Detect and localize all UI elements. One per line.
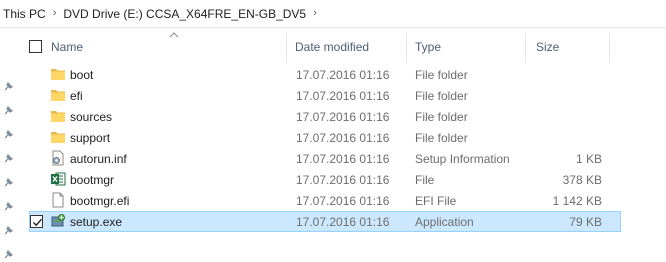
column-divider[interactable] xyxy=(609,33,610,63)
file-name: autorun.inf xyxy=(70,152,127,166)
column-header-name[interactable]: Name xyxy=(51,40,83,54)
file-row-setup-exe[interactable]: setup.exe 17.07.2016 01:16 Application 7… xyxy=(18,211,666,232)
file-row-support[interactable]: support 17.07.2016 01:16 File folder xyxy=(18,127,666,148)
folder-icon xyxy=(51,111,65,122)
file-explorer-window: This PC › DVD Drive (E:) CCSA_X64FRE_EN-… xyxy=(0,0,666,262)
file-name: setup.exe xyxy=(70,215,123,229)
file-date-modified: 17.07.2016 01:16 xyxy=(296,173,390,187)
folder-icon xyxy=(51,132,65,143)
pin-icon[interactable] xyxy=(2,177,14,189)
file-name: efi xyxy=(70,89,83,103)
pin-icon[interactable] xyxy=(2,81,14,93)
column-divider[interactable] xyxy=(406,33,407,63)
file-list: boot 17.07.2016 01:16 File folder efi 17… xyxy=(18,64,666,232)
file-date-modified: 17.07.2016 01:16 xyxy=(296,152,390,166)
file-row-boot[interactable]: boot 17.07.2016 01:16 File folder xyxy=(18,64,666,85)
excel-file-icon xyxy=(51,172,66,186)
file-type: Setup Information xyxy=(415,152,510,166)
file-name: support xyxy=(70,131,111,145)
file-row-bootmgr[interactable]: bootmgr 17.07.2016 01:16 File 378 KB xyxy=(18,169,666,190)
file-row-autorun-inf[interactable]: autorun.inf 17.07.2016 01:16 Setup Infor… xyxy=(18,148,666,169)
file-date-modified: 17.07.2016 01:16 xyxy=(296,68,390,82)
file-type: File xyxy=(415,173,435,187)
breadcrumb-chevron-icon[interactable]: › xyxy=(53,8,57,19)
file-type: File folder xyxy=(415,89,468,103)
file-size: 1 KB xyxy=(575,152,602,166)
quick-access-pins xyxy=(0,29,18,262)
file-date-modified: 17.07.2016 01:16 xyxy=(296,89,390,103)
file-name: sources xyxy=(70,110,113,124)
sort-ascending-icon xyxy=(169,32,179,38)
file-row-bootmgr-efi[interactable]: bootmgr.efi 17.07.2016 01:16 EFI File 1 … xyxy=(18,190,666,211)
file-name: bootmgr.efi xyxy=(70,194,130,208)
column-header-date-modified[interactable]: Date modified xyxy=(295,40,369,54)
file-row-efi[interactable]: efi 17.07.2016 01:16 File folder xyxy=(18,85,666,106)
setup-exe-icon xyxy=(51,214,65,227)
column-header-type[interactable]: Type xyxy=(415,40,441,54)
file-name: boot xyxy=(70,68,94,82)
pin-icon[interactable] xyxy=(2,129,14,141)
file-size: 1 142 KB xyxy=(552,194,602,208)
column-header-size[interactable]: Size xyxy=(536,40,559,54)
file-date-modified: 17.07.2016 01:16 xyxy=(296,215,390,229)
file-date-modified: 17.07.2016 01:16 xyxy=(296,131,390,145)
file-name: bootmgr xyxy=(70,173,115,187)
column-divider[interactable] xyxy=(525,33,526,63)
folder-icon xyxy=(51,90,65,101)
file-type: File folder xyxy=(415,131,468,145)
folder-icon xyxy=(51,69,65,80)
pin-icon[interactable] xyxy=(2,105,14,117)
blank-file-icon xyxy=(52,192,64,208)
pin-icon[interactable] xyxy=(2,153,14,165)
breadcrumb-dvd-drive[interactable]: DVD Drive (E:) CCSA_X64FRE_EN-GB_DV5 xyxy=(63,7,306,21)
pin-icon[interactable] xyxy=(2,225,14,237)
file-type: File folder xyxy=(415,68,468,82)
checkmark-icon xyxy=(33,218,43,227)
file-row-sources[interactable]: sources 17.07.2016 01:16 File folder xyxy=(18,106,666,127)
file-type: Application xyxy=(415,215,474,229)
file-size: 378 KB xyxy=(562,173,602,187)
pin-icon[interactable] xyxy=(2,201,14,213)
file-type: EFI File xyxy=(415,194,457,208)
setup-info-icon xyxy=(52,150,64,166)
breadcrumb-this-pc[interactable]: This PC xyxy=(3,7,46,21)
column-divider[interactable] xyxy=(286,33,287,63)
select-all-checkbox[interactable] xyxy=(29,40,42,53)
breadcrumb-chevron-icon[interactable]: › xyxy=(313,8,317,19)
file-date-modified: 17.07.2016 01:16 xyxy=(296,194,390,208)
file-type: File folder xyxy=(415,110,468,124)
breadcrumb: This PC › DVD Drive (E:) CCSA_X64FRE_EN-… xyxy=(0,0,666,28)
pin-icon[interactable] xyxy=(2,249,14,261)
file-size: 79 KB xyxy=(569,215,602,229)
file-date-modified: 17.07.2016 01:16 xyxy=(296,110,390,124)
column-header-row: Name Date modified Type Size xyxy=(18,29,666,63)
row-checkbox-checked[interactable] xyxy=(30,215,43,228)
